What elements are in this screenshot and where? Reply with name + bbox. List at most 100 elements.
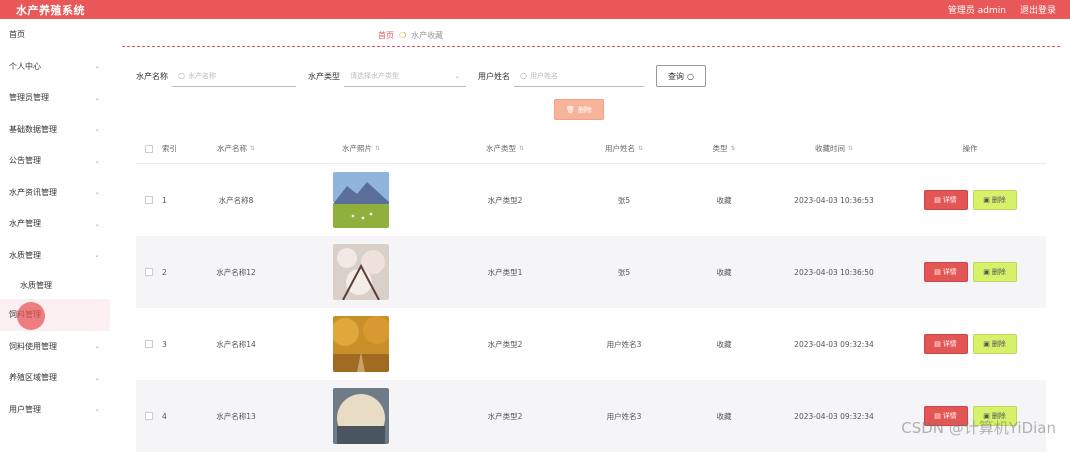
sort-icon: ⇅	[518, 145, 525, 152]
chevron-down-icon: ⌄	[94, 219, 100, 228]
document-icon: ▤	[934, 196, 941, 204]
col-photo[interactable]: 水产照片 ⇅	[286, 143, 436, 154]
breadcrumb: 首页 ❍ 水产收藏	[378, 30, 443, 41]
sidebar-item[interactable]: 公告管理 ⌄	[0, 145, 110, 177]
breadcrumb-current: 水产收藏	[411, 31, 444, 40]
bulk-delete-button[interactable]: 🗑 删除	[554, 99, 604, 120]
row-checkbox[interactable]	[145, 340, 153, 348]
cell-time: 2023-04-03 10:36:50	[794, 267, 874, 277]
cell-name: 水产名称14	[216, 339, 256, 349]
sidebar-item-label: 养殖区域管理	[9, 373, 57, 383]
watermark: CSDN @计算机YiDian	[901, 419, 1056, 437]
breadcrumb-home[interactable]: 首页	[378, 30, 394, 41]
detail-button[interactable]: ▤ 详情	[923, 262, 968, 282]
cell-type: 水产类型2	[487, 195, 523, 205]
chevron-down-icon: ⌄	[94, 156, 100, 165]
cell-user: 用户姓名3	[606, 411, 642, 421]
sidebar-item[interactable]: 基础数据管理 ⌄	[0, 114, 110, 146]
sidebar-item-label: 水质管理	[9, 250, 41, 260]
delete-button[interactable]: ▣ 删除	[972, 190, 1017, 210]
sidebar-item[interactable]: 首页	[0, 19, 110, 51]
divider	[122, 46, 1060, 47]
chevron-down-icon: ⌄	[94, 342, 100, 351]
cell-photo	[286, 244, 436, 300]
table-row: 3 水产名称14 水产类型2 用户姓名3 收藏 2023-04-03 09:32:34 ▤ 详…	[136, 308, 1046, 380]
col-ops: 操作	[962, 144, 978, 153]
sidebar-item-label: 基础数据管理	[9, 124, 57, 134]
col-kind[interactable]: 类型 ⇅	[674, 143, 774, 154]
sort-icon: ⇅	[374, 145, 381, 152]
delete-button[interactable]: ▣ 删除	[972, 334, 1017, 354]
sidebar-item[interactable]: 用户管理 ⌄	[0, 394, 110, 426]
chevron-down-icon: ⌄	[94, 62, 100, 71]
sidebar-item[interactable]: 水质管理 ⌄	[0, 240, 110, 272]
sidebar-item-label: 饲料使用管理	[9, 341, 57, 351]
chevron-down-icon: ⌄	[94, 405, 100, 414]
app-title: 水产养殖系统	[16, 3, 85, 17]
chevron-down-icon: ⌄	[94, 93, 100, 102]
cell-type: 水产类型2	[487, 339, 523, 349]
user-input[interactable]: ○ 用户姓名	[514, 65, 644, 87]
table-row: 2 水产名称12 水产类型1 张5 收藏 2023-04-03 10:36:50 ▤ 详情 ▣ 删…	[136, 236, 1046, 308]
detail-button[interactable]: ▤ 详情	[923, 190, 968, 210]
chevron-down-icon: ⌄	[94, 373, 100, 382]
cell-kind: 收藏	[716, 195, 732, 205]
trash-icon: ▣	[983, 340, 990, 348]
logout-button[interactable]: 退出登录	[1020, 3, 1056, 16]
sidebar-item[interactable]: 管理员管理 ⌄	[0, 82, 110, 114]
row-checkbox[interactable]	[145, 412, 153, 420]
cell-name: 水产名称13	[216, 411, 256, 421]
sidebar-item-label: 首页	[9, 30, 25, 40]
sidebar-item[interactable]: 水质管理	[0, 271, 110, 299]
name-input[interactable]: ○ 水产名称	[172, 65, 296, 87]
search-button[interactable]: 查询 ○	[656, 65, 706, 87]
cell-kind: 收藏	[716, 267, 732, 277]
sidebar-item[interactable]: 个人中心 ⌄	[0, 51, 110, 83]
col-type[interactable]: 水产类型 ⇅	[436, 143, 574, 154]
cursor-indicator	[17, 302, 45, 330]
sidebar-item-label: 管理员管理	[9, 93, 49, 103]
current-user[interactable]: 管理员 admin	[948, 3, 1006, 16]
sidebar-item-label: 水质管理	[20, 280, 52, 290]
cell-photo	[286, 388, 436, 444]
row-checkbox[interactable]	[145, 196, 153, 204]
cell-user: 用户姓名3	[606, 339, 642, 349]
table-row: 4 水产名称13 水产类型2 用户姓名3 收藏 2023-04-03 09:32:34 ▤ 详…	[136, 380, 1046, 452]
cell-time: 2023-04-03 09:32:34	[794, 411, 874, 421]
sidebar: 首页 个人中心 ⌄ 管理员管理 ⌄ 基础数据管理 ⌄ 公告管理 ⌄ 水产资讯管理 ⌄ 水产管理 ⌄ 水质管…	[0, 19, 110, 426]
sidebar-item[interactable]: 水产管理 ⌄	[0, 208, 110, 240]
sidebar-item[interactable]: 水产资讯管理 ⌄	[0, 177, 110, 209]
trash-icon: ▣	[983, 196, 990, 204]
trash-icon: 🗑	[566, 105, 575, 114]
table-row: 1 水产名称8 水产类型2 张5 收藏 2023-04-03 10:36:53 ▤ 详情 ▣ 删除	[136, 164, 1046, 236]
sidebar-item-label: 公告管理	[9, 156, 41, 166]
cell-index: 4	[162, 411, 167, 421]
document-icon: ▤	[934, 268, 941, 276]
cell-photo	[286, 316, 436, 372]
search-icon: ○	[687, 71, 694, 81]
type-select[interactable]: 请选择水产类型 ⌄	[344, 65, 466, 87]
main-content: 首页 ❍ 水产收藏 水产名称 ○ 水产名称 水产类型 请选择水产类型 ⌄ 用户姓…	[110, 19, 1070, 452]
chevron-down-icon: ⌄	[94, 188, 100, 197]
col-name[interactable]: 水产名称 ⇅	[186, 143, 286, 154]
sort-icon: ⇅	[847, 145, 854, 152]
sidebar-item[interactable]: 养殖区域管理 ⌄	[0, 362, 110, 394]
search-icon: ○	[520, 71, 527, 80]
cell-type: 水产类型1	[487, 267, 523, 277]
chevron-down-icon: ⌄	[94, 251, 100, 260]
user-label: 用户姓名	[478, 71, 510, 81]
search-icon: ○	[178, 71, 185, 80]
sidebar-item[interactable]: 饲料使用管理 ⌄	[0, 331, 110, 363]
col-user[interactable]: 用户姓名 ⇅	[574, 143, 674, 154]
detail-button[interactable]: ▤ 详情	[923, 334, 968, 354]
sidebar-item-label: 用户管理	[9, 404, 41, 414]
col-time[interactable]: 收藏时间 ⇅	[774, 143, 894, 154]
sidebar-item-label: 水产资讯管理	[9, 187, 57, 197]
select-all-checkbox[interactable]	[145, 144, 153, 153]
row-checkbox[interactable]	[145, 268, 153, 276]
search-bar: 水产名称 ○ 水产名称 水产类型 请选择水产类型 ⌄ 用户姓名 ○ 用户姓名 查…	[136, 65, 706, 87]
sidebar-item-label: 水产管理	[9, 219, 41, 229]
sidebar-item-label: 个人中心	[9, 61, 41, 71]
delete-button[interactable]: ▣ 删除	[972, 262, 1017, 282]
type-label: 水产类型	[308, 71, 340, 81]
